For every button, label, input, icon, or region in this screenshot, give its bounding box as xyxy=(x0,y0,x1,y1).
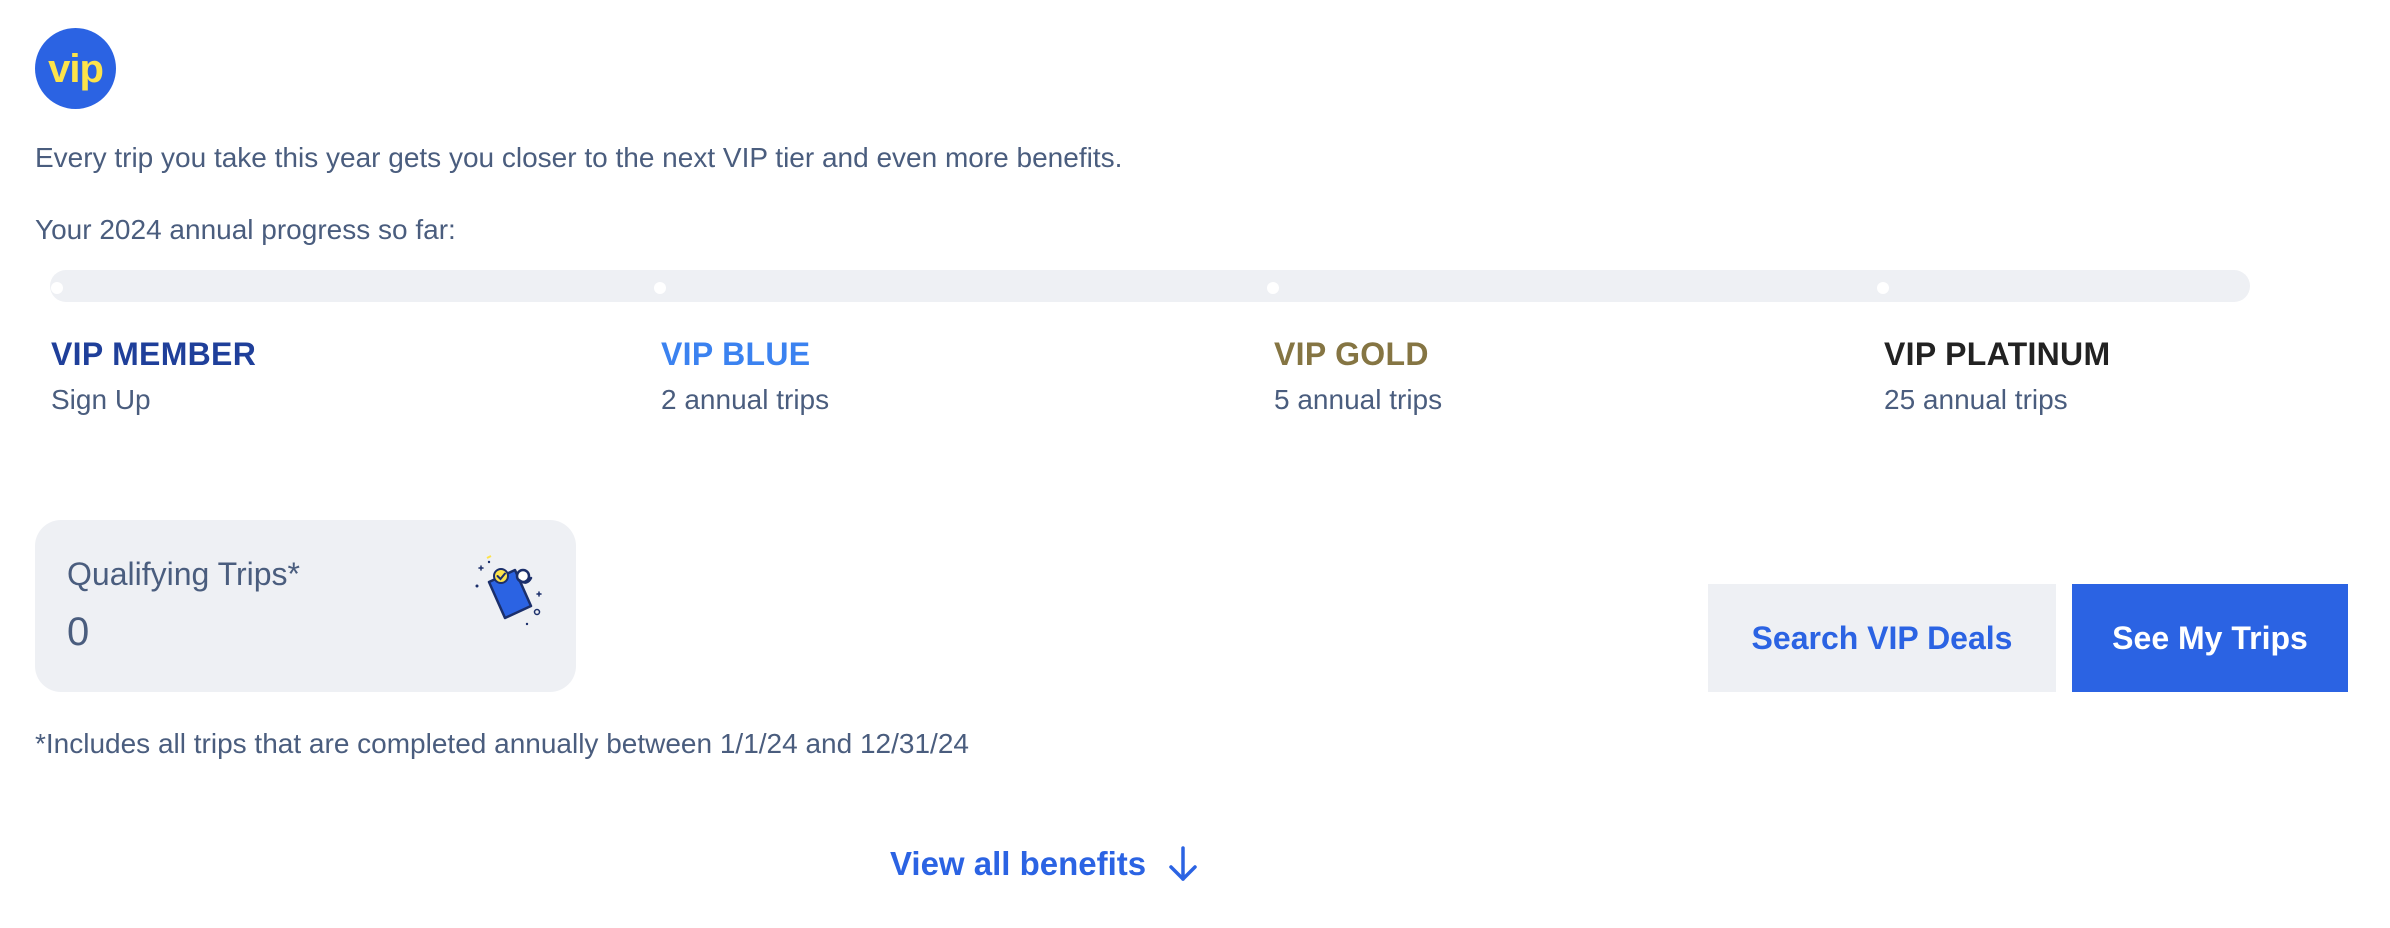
tier-name: VIP BLUE xyxy=(661,336,811,372)
tier-name: VIP PLATINUM xyxy=(1884,336,2111,372)
tier-requirement: 25 annual trips xyxy=(1884,384,2068,415)
vip-logo-text: vip xyxy=(48,46,104,91)
qualifying-trips-card: Qualifying Trips* 0 xyxy=(35,520,576,692)
tier-name: VIP GOLD xyxy=(1274,336,1429,372)
tier-vip-blue: VIP BLUE 2 annual trips xyxy=(661,334,829,416)
search-vip-deals-button[interactable]: Search VIP Deals xyxy=(1708,584,2056,692)
qualifying-trips-count: 0 xyxy=(67,610,90,654)
tier-requirement: Sign Up xyxy=(51,384,151,415)
see-my-trips-button[interactable]: See My Trips xyxy=(2072,584,2348,692)
tier-name: VIP MEMBER xyxy=(51,336,257,372)
view-all-benefits-label: View all benefits xyxy=(890,845,1147,882)
view-all-benefits-link[interactable]: View all benefits xyxy=(890,844,1200,884)
qualifying-trips-label: Qualifying Trips* xyxy=(67,556,300,592)
progress-marker-platinum xyxy=(1877,282,1889,294)
tier-vip-gold: VIP GOLD 5 annual trips xyxy=(1274,334,1442,416)
intro-text: Every trip you take this year gets you c… xyxy=(35,142,1123,173)
progress-marker-member xyxy=(51,282,63,294)
tier-vip-member: VIP MEMBER Sign Up xyxy=(51,334,256,416)
luggage-tag-icon xyxy=(475,555,542,626)
tier-requirement: 5 annual trips xyxy=(1274,384,1443,415)
vip-logo: vip xyxy=(35,28,116,109)
arrow-down-icon xyxy=(1169,846,1197,881)
tier-requirement: 2 annual trips xyxy=(661,384,830,415)
progress-marker-blue xyxy=(654,282,666,294)
tier-vip-platinum: VIP PLATINUM 25 annual trips xyxy=(1884,334,2110,416)
progress-marker-gold xyxy=(1267,282,1279,294)
progress-track xyxy=(50,270,2250,302)
progress-label: Your 2024 annual progress so far: xyxy=(35,214,456,245)
qualifying-trips-footnote: *Includes all trips that are completed a… xyxy=(35,728,969,759)
